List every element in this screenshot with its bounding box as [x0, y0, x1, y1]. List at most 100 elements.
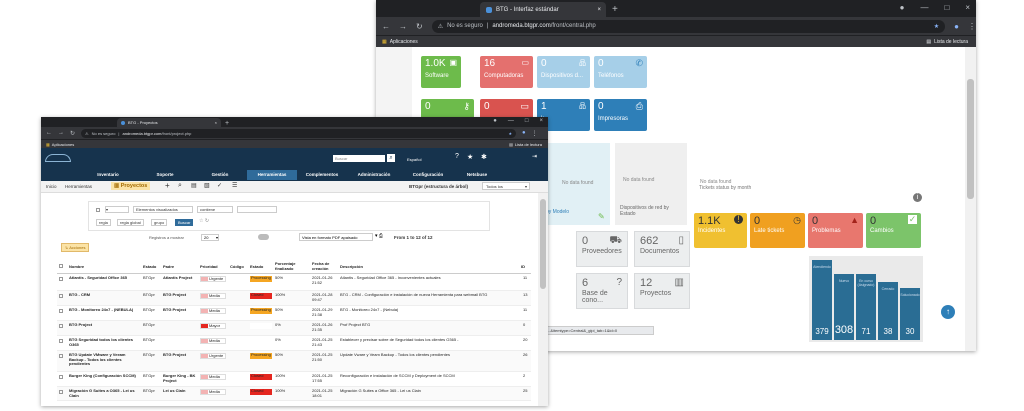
info-icon[interactable]: i [913, 193, 922, 202]
row-name[interactable]: Burger King (Configuración SCCM) [69, 373, 139, 379]
menu-item-management[interactable]: Gestión [193, 170, 247, 180]
back-icon[interactable]: ← [382, 22, 390, 31]
scroll-top-icon[interactable]: ↑ [941, 305, 955, 319]
criteria-checkbox[interactable] [96, 208, 100, 212]
page-scrollbar[interactable] [965, 47, 976, 351]
crumb-projects[interactable]: ▥ Proyectos [111, 182, 151, 190]
url-bar[interactable]: ⚠ No es seguro | andromeda.btgpr.com /fr… [431, 19, 946, 33]
star-icon[interactable]: ★ [934, 23, 939, 30]
table-row[interactable]: BTG - CRM BTGpr BTG Project Media Closed 100%… [57, 291, 531, 306]
row-parent[interactable]: Lei us Clain [163, 388, 197, 394]
template-icon[interactable]: ▧ [204, 182, 210, 189]
tile-computers[interactable]: 16 Computadoras ▭ [480, 56, 533, 88]
row-name[interactable]: BTG - Monitoreo 24x7 - (NEBULA) [69, 307, 139, 313]
menu-item-configuration[interactable]: Configuración [401, 170, 455, 180]
profile-icon[interactable]: ● [493, 118, 497, 124]
table-row[interactable]: BTG Project BTGpr Mayor 0% 2021-01-26 21:35 P… [57, 321, 531, 336]
stat-changes[interactable]: 0 Cambios ✓ [866, 213, 921, 248]
per-page-select[interactable]: 20 ▾ [201, 234, 219, 241]
new-tab-icon[interactable]: + [612, 4, 618, 15]
reload-icon[interactable]: ↻ [416, 22, 423, 31]
maximize-icon[interactable]: □ [525, 118, 529, 124]
reading-list-icon[interactable]: ▤ [926, 39, 931, 45]
forward-icon[interactable]: → [58, 130, 64, 136]
table-row[interactable]: Migración G Suites a O365 - Lei us Clain… [57, 387, 531, 401]
add-group-button[interactable]: grupo [151, 219, 168, 226]
apps-bookmark[interactable]: Aplicaciones [390, 39, 418, 45]
reading-list[interactable]: Lista de lectura [515, 142, 542, 147]
tile-phones[interactable]: 0 Teléfonos ✆ [594, 56, 647, 88]
row-checkbox[interactable] [59, 294, 63, 298]
row-checkbox[interactable] [59, 390, 63, 394]
ticket-bar[interactable]: Nuevo 308 [834, 274, 854, 340]
minimize-icon[interactable]: — [920, 3, 928, 12]
stat-late-tickets[interactable]: 0 Late tickets ◷ [750, 213, 805, 248]
row-checkbox[interactable] [59, 375, 63, 379]
row-parent[interactable]: BTG Project [163, 307, 197, 313]
row-name[interactable]: BTG Update VMware y Veeam Backup - Todos… [69, 352, 139, 367]
add-global-rule-button[interactable]: regla global [117, 219, 144, 226]
tile-network-devices[interactable]: 0 Dispositivos d... 品 [537, 56, 590, 88]
crumb-home[interactable]: Inicio [46, 184, 57, 189]
table-row[interactable]: Burger King (Configuración SCCM) BTGpr Bur… [57, 372, 531, 387]
close-tab-icon[interactable]: × [597, 7, 601, 13]
row-name[interactable]: BTG Seguridad todos los clientes O365 [69, 337, 139, 347]
col-name[interactable]: Nombre [69, 264, 84, 270]
add-rule-button[interactable]: regla [96, 219, 111, 226]
stat-problems[interactable]: 0 Problemas ▲ [808, 213, 863, 248]
tile-software[interactable]: 1.0K Software ▣ [421, 56, 461, 88]
col-status[interactable]: Estado [250, 264, 263, 270]
url-bar[interactable]: ⚠ No es seguro | andromeda.btgpr.com /fr… [81, 128, 517, 138]
row-checkbox[interactable] [59, 324, 63, 328]
language-label[interactable]: Español [407, 157, 421, 162]
apps-icon[interactable]: ▦ [382, 39, 387, 45]
browser-tab-dashboard[interactable]: BTG - Interfaz estándar × [480, 2, 606, 17]
profile-icon[interactable]: ● [900, 3, 905, 12]
row-parent[interactable]: BTG Project [163, 292, 197, 298]
row-checkbox[interactable] [59, 277, 63, 281]
close-window-icon[interactable]: × [539, 118, 543, 124]
maximize-icon[interactable]: □ [944, 3, 949, 12]
toggle-switch[interactable] [258, 234, 269, 240]
add-icon[interactable]: + [165, 181, 170, 190]
menu-item-administration[interactable]: Administración [347, 170, 401, 180]
star-icon[interactable]: ★ [508, 131, 512, 136]
table-row[interactable]: BTG Update VMware y Veeam Backup - Todos… [57, 351, 531, 372]
tile-documents[interactable]: 662 Documentos ▯ [634, 231, 690, 267]
menu-item-tools[interactable]: Herramientas [247, 170, 297, 180]
help-icon[interactable]: ? [455, 153, 459, 160]
search-icon[interactable]: ⌕ [178, 182, 182, 190]
table-row[interactable]: Atlantis - Seguridad Office 365 BTGpr Atla… [57, 274, 531, 291]
scrollbar-thumb[interactable] [967, 79, 974, 199]
actions-button[interactable]: ↳ Acciones [61, 243, 90, 252]
entity-select[interactable]: Todos los ▾ [482, 182, 530, 190]
row-name[interactable]: BTG - CRM [69, 292, 139, 298]
menu-item-inventory[interactable]: Inventario [79, 170, 137, 180]
criteria-operator-select[interactable]: contiene [197, 206, 233, 213]
reading-list-icon[interactable]: ▤ [509, 142, 513, 147]
reading-list[interactable]: Lista de lectura [934, 39, 968, 45]
row-checkbox[interactable] [59, 309, 63, 313]
ticket-bar[interactable]: Cerrado 38 [878, 282, 898, 340]
col-parent[interactable]: Padre [163, 264, 174, 270]
export-icon[interactable]: ▾ ⎙ [375, 233, 383, 239]
menu-item-plugins[interactable]: Complementos [297, 170, 347, 180]
scrollbar-thumb[interactable] [540, 199, 546, 289]
stat-incidents[interactable]: 1.1K Incidentes ! [694, 213, 747, 248]
tile-projects[interactable]: 12 Proyectos ▥ [634, 273, 690, 309]
select-all-checkbox[interactable] [59, 264, 63, 268]
table-row[interactable]: BTG Seguridad todos los clientes O365 BTG… [57, 336, 531, 351]
row-name[interactable]: Atlantis - Seguridad Office 365 [69, 275, 139, 281]
row-parent[interactable]: BTG Project [163, 352, 197, 358]
back-icon[interactable]: ← [46, 130, 52, 136]
col-code[interactable]: Código [230, 264, 244, 270]
extensions-icon[interactable]: ● [522, 130, 526, 136]
page-scrollbar[interactable] [538, 193, 548, 406]
save-search-icon[interactable]: ☆ ↻ [199, 218, 209, 224]
row-checkbox[interactable] [59, 354, 63, 358]
apps-bookmark[interactable]: Aplicaciones [52, 142, 74, 147]
ticket-bar[interactable]: Solucionado 30 [900, 288, 920, 340]
criteria-field-select[interactable]: ▾ [105, 206, 129, 213]
extensions-icon[interactable]: ● [954, 22, 959, 31]
col-created[interactable]: Fecha de creación [312, 261, 336, 271]
